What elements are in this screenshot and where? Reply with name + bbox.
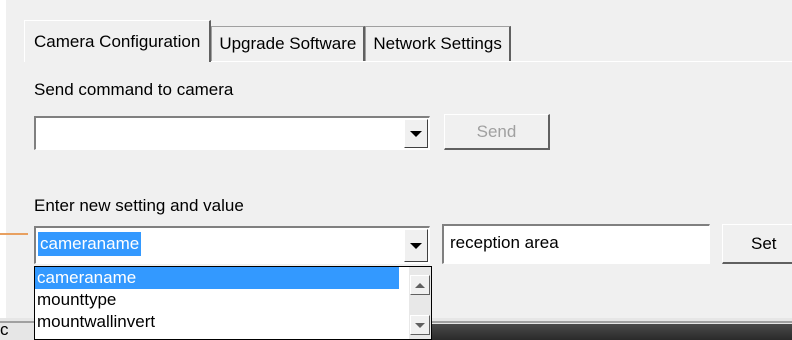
send-command-dropdown-button[interactable] (404, 119, 428, 148)
setting-name-value: cameraname (38, 232, 142, 256)
list-item[interactable]: cameraname (35, 267, 399, 289)
send-command-value (38, 121, 42, 145)
scroll-up-button[interactable] (410, 275, 430, 295)
tab-strip: Camera Configuration Upgrade Software Ne… (24, 20, 511, 62)
dropdown-scrollbar[interactable] (409, 267, 431, 339)
setting-name-combobox[interactable]: cameraname (34, 226, 430, 264)
send-command-label: Send command to camera (34, 80, 234, 99)
tab-network-settings[interactable]: Network Settings (365, 26, 511, 62)
chevron-down-icon (410, 130, 422, 137)
list-item[interactable]: mountwallinvert (35, 311, 399, 333)
tab-camera-configuration[interactable]: Camera Configuration (24, 20, 212, 62)
setting-name-dropdown-list[interactable]: cameraname mounttype mountwallinvert (34, 266, 432, 340)
chevron-up-icon (415, 282, 425, 288)
partial-label: c (0, 320, 9, 339)
chevron-down-icon (410, 242, 422, 249)
set-button[interactable]: Set (722, 224, 792, 264)
scroll-down-button[interactable] (410, 315, 430, 335)
frame-dark-region (430, 324, 792, 340)
window-edge (0, 0, 6, 340)
setting-name-dropdown-button[interactable] (404, 229, 428, 262)
window-accent-line (0, 233, 28, 235)
new-setting-label: Enter new setting and value (34, 196, 244, 215)
chevron-down-icon (415, 322, 425, 328)
tab-upgrade-software[interactable]: Upgrade Software (211, 26, 366, 62)
send-command-combobox[interactable] (34, 116, 430, 150)
send-button[interactable]: Send (444, 114, 550, 150)
setting-value-input[interactable]: reception area (442, 224, 710, 264)
list-item[interactable]: mounttype (35, 289, 399, 311)
